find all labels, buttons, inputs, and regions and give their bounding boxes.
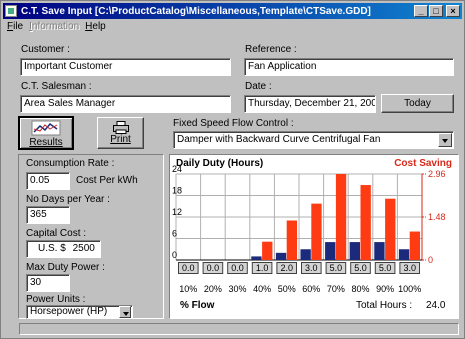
- duty-bar: [349, 242, 361, 260]
- duty-bar: [300, 249, 311, 260]
- duty-bar: [251, 256, 262, 260]
- app-window: C.T. Save Input [C:\ProductCatalog\Misce…: [0, 0, 465, 339]
- results-label: Results: [29, 137, 63, 148]
- left-tick-label: 0: [172, 250, 177, 260]
- capital-cost-value: 2500: [72, 243, 95, 254]
- close-button[interactable]: ×: [446, 5, 460, 17]
- window-title: C.T. Save Input [C:\ProductCatalog\Misce…: [21, 5, 371, 17]
- hour-label: 0.0: [231, 263, 244, 273]
- hour-label: 0.0: [182, 263, 195, 273]
- cost-saving-bar: [360, 185, 371, 260]
- right-tick-label: 2.96: [428, 169, 446, 179]
- customer-label: Customer :: [21, 44, 70, 55]
- x-axis-label: % Flow: [180, 300, 215, 311]
- right-tick-label: 0: [428, 255, 433, 265]
- print-label: Print: [110, 134, 131, 145]
- capital-cost-field[interactable]: U.S. $ 2500: [26, 240, 101, 258]
- cost-saving-bar: [311, 203, 322, 260]
- minimize-button[interactable]: _: [414, 5, 428, 17]
- x-tick-label: 20%: [204, 284, 222, 294]
- capital-cost-label: Capital Cost :: [26, 228, 87, 239]
- power-units-value: Horsepower (HP): [30, 306, 108, 317]
- currency-label: U.S. $: [38, 243, 66, 254]
- cost-saving-bar: [385, 198, 396, 260]
- left-tick-label: 12: [172, 207, 182, 217]
- x-tick-label: 90%: [376, 284, 394, 294]
- max-duty-power-label: Max Duty Power :: [26, 262, 105, 273]
- consumption-rate-field[interactable]: 0.05: [26, 172, 70, 190]
- date-label: Date :: [245, 81, 272, 92]
- salesman-label: C.T. Salesman :: [21, 81, 92, 92]
- hour-label: 5.0: [330, 263, 343, 273]
- title-bar[interactable]: C.T. Save Input [C:\ProductCatalog\Misce…: [3, 3, 462, 19]
- duty-bar: [398, 249, 410, 260]
- x-tick-label: 50%: [278, 284, 296, 294]
- duty-bar: [374, 242, 385, 260]
- x-tick-label: 30%: [228, 284, 246, 294]
- max-duty-power-field[interactable]: 30: [26, 274, 70, 292]
- customer-field[interactable]: Important Customer: [20, 58, 231, 76]
- reference-field[interactable]: Fan Application: [244, 58, 454, 76]
- left-tick-label: 6: [172, 229, 177, 239]
- x-tick-label: 40%: [253, 284, 271, 294]
- flow-control-label: Fixed Speed Flow Control :: [173, 118, 294, 129]
- reference-label: Reference :: [245, 44, 297, 55]
- hour-label: 2.0: [280, 263, 293, 273]
- maximize-button[interactable]: □: [429, 5, 443, 17]
- chart-right-title: Cost Saving: [394, 158, 452, 169]
- hour-label: 5.0: [379, 263, 392, 273]
- results-button[interactable]: Results: [18, 116, 74, 150]
- power-units-select[interactable]: Horsepower (HP): [26, 305, 133, 319]
- chart-title: Daily Duty (Hours): [176, 158, 264, 169]
- consumption-rate-label: Consumption Rate :: [26, 158, 115, 169]
- salesman-field[interactable]: Area Sales Manager: [20, 95, 231, 113]
- flow-control-select[interactable]: Damper with Backward Curve Centrifugal F…: [173, 131, 454, 149]
- right-tick-label: 1.48: [428, 212, 446, 222]
- days-per-year-label: No Days per Year :: [26, 194, 110, 205]
- menu-information[interactable]: Information: [29, 21, 79, 35]
- duty-bar: [275, 252, 287, 260]
- x-tick-label: 60%: [302, 284, 320, 294]
- x-tick-label: 100%: [398, 284, 421, 294]
- print-button[interactable]: Print: [97, 117, 144, 149]
- total-hours-value: 24.0: [426, 300, 446, 311]
- printer-icon: [112, 121, 129, 134]
- hour-label: 5.0: [354, 263, 367, 273]
- duty-chart: 241812602.961.4800.010%0.020%0.030%1.040…: [172, 164, 446, 294]
- consumption-unit-label: Cost Per kWh: [76, 175, 138, 186]
- duty-chart-panel: 24 18 12 6 0 2.96 1.48 0 0.0 10% 0.0 20% 0.0 30% 1.0 40…: [169, 154, 459, 319]
- today-button[interactable]: Today: [381, 94, 454, 113]
- date-field[interactable]: Thursday, December 21, 2000: [244, 95, 376, 113]
- app-icon: [5, 5, 17, 17]
- cost-saving-bar: [262, 241, 273, 260]
- duty-bar: [325, 242, 336, 260]
- hour-label: 3.0: [305, 263, 318, 273]
- menu-file[interactable]: File: [7, 21, 23, 35]
- hour-label: 0.0: [207, 263, 220, 273]
- x-tick-label: 70%: [327, 284, 345, 294]
- power-units-label: Power Units :: [26, 294, 86, 305]
- chevron-down-icon[interactable]: [119, 306, 131, 318]
- total-hours-label: Total Hours :: [356, 300, 413, 311]
- x-tick-label: 80%: [351, 284, 369, 294]
- days-per-year-field[interactable]: 365: [26, 206, 70, 224]
- menu-help[interactable]: Help: [85, 21, 106, 35]
- x-tick-label: 10%: [179, 284, 197, 294]
- menu-bar: File Information Help: [7, 21, 106, 35]
- cost-saving-bar: [286, 220, 298, 260]
- cost-saving-bar: [409, 231, 421, 260]
- left-tick-label: 18: [172, 186, 182, 196]
- hour-label: 3.0: [403, 263, 416, 273]
- status-bar: [19, 323, 459, 335]
- cost-saving-bar: [335, 174, 347, 260]
- flow-control-value: Damper with Backward Curve Centrifugal F…: [177, 134, 381, 145]
- results-chart-icon: [31, 120, 61, 136]
- chart-labels: 241812602.961.4800.010%0.020%0.030%1.040…: [172, 164, 446, 294]
- hour-label: 1.0: [256, 263, 269, 273]
- chevron-down-icon[interactable]: [438, 133, 452, 147]
